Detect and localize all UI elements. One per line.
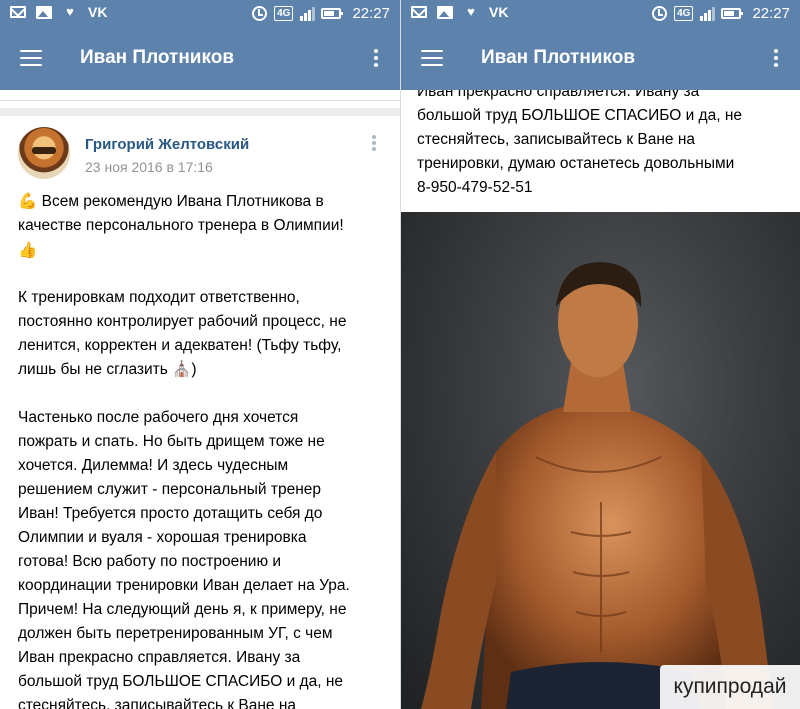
text-line: ленится, корректен и адекватен! (Тьфу ть… bbox=[18, 337, 342, 354]
battery-icon bbox=[721, 8, 744, 19]
post-author[interactable]: Григорий Желтовский bbox=[85, 136, 249, 153]
vk-icon: VK bbox=[88, 4, 108, 20]
post-options-icon[interactable] bbox=[372, 135, 376, 153]
text-line: Причем! На следующий день я, к примеру, … bbox=[18, 601, 347, 618]
text-line: Олимпии и вуаля - хорошая тренировка bbox=[18, 529, 307, 546]
watermark-logo: купипродай bbox=[660, 665, 800, 709]
page-title: Иван Плотников bbox=[481, 47, 636, 68]
more-options-icon[interactable] bbox=[774, 49, 778, 69]
battery-icon bbox=[321, 8, 344, 19]
alarm-icon bbox=[652, 6, 668, 21]
trainer-photo-illustration bbox=[421, 262, 773, 709]
text-line: большой труд БОЛЬШОЕ СПАСИБО и да, не bbox=[417, 107, 743, 124]
post-header: Григорий Желтовский 23 ноя 2016 в 17:16 bbox=[0, 122, 400, 182]
heart-icon: ♥ bbox=[66, 4, 74, 19]
mail-icon bbox=[10, 6, 26, 18]
post-separator bbox=[0, 90, 400, 116]
post-date[interactable]: 23 ноя 2016 в 17:16 bbox=[85, 159, 213, 175]
text-line: Иван прекрасно справляется. Ивану за bbox=[18, 649, 301, 666]
network-type: 4G bbox=[274, 6, 294, 21]
text-line: качестве персонального тренера в Олимпии… bbox=[18, 217, 344, 234]
status-bar: ♥ VK 4G 22:27 bbox=[401, 0, 800, 28]
status-time: 22:27 bbox=[752, 5, 790, 22]
right-screen: Иван прекрасно справляется. Ивану за бол… bbox=[400, 0, 800, 709]
menu-icon[interactable] bbox=[421, 50, 443, 66]
text-line: стесняйтесь, записывайтесь к Ване на bbox=[18, 697, 297, 709]
status-time: 22:27 bbox=[352, 5, 390, 22]
signal-icon bbox=[700, 6, 716, 21]
post-text: 💪 Всем рекомендую Ивана Плотникова в кач… bbox=[18, 190, 382, 709]
app-bar: Иван Плотников bbox=[0, 28, 400, 90]
mail-icon bbox=[411, 6, 427, 18]
heart-icon: ♥ bbox=[467, 4, 475, 19]
image-icon bbox=[36, 5, 52, 19]
menu-icon[interactable] bbox=[20, 50, 42, 66]
app-bar: Иван Плотников bbox=[401, 28, 800, 90]
text-line: 💪 Всем рекомендую Ивана Плотникова в bbox=[18, 193, 324, 210]
text-line: тренировки, думаю останетесь довольными bbox=[417, 155, 735, 172]
text-line: должен быть перетренированным УГ, с чем bbox=[18, 625, 333, 642]
avatar[interactable] bbox=[18, 127, 70, 179]
text-line: большой труд БОЛЬШОЕ СПАСИБО и да, не bbox=[18, 673, 344, 690]
alarm-icon bbox=[252, 6, 268, 21]
text-line: хочется. Дилемма! И здесь чудесным bbox=[18, 457, 289, 474]
image-icon bbox=[437, 5, 453, 19]
signal-icon bbox=[300, 6, 316, 21]
post-photo[interactable] bbox=[401, 212, 800, 709]
text-line: Частенько после рабочего дня хочется bbox=[18, 409, 299, 426]
left-screen: ♥ VK 4G 22:27 Иван Плотников Григорий Же… bbox=[0, 0, 400, 709]
text-line: координации тренировки Иван делает на Ур… bbox=[18, 577, 350, 594]
text-line: К тренировкам подходит ответственно, bbox=[18, 289, 300, 306]
text-line: пожрать и спать. Но быть дрищем тоже не bbox=[18, 433, 325, 450]
text-line: постоянно контролирует рабочий процесс, … bbox=[18, 313, 347, 330]
page-title: Иван Плотников bbox=[80, 47, 235, 68]
text-line: готова! Всю работу по построению и bbox=[18, 553, 282, 570]
phone-number[interactable]: 8-950-479-52-51 bbox=[417, 176, 789, 200]
text-line: 👍 bbox=[18, 241, 38, 259]
more-options-icon[interactable] bbox=[374, 49, 378, 69]
vk-icon: VK bbox=[489, 4, 509, 20]
post-text-continued: Иван прекрасно справляется. Ивану за бол… bbox=[417, 80, 789, 200]
text-line: Иван! Требуется просто дотащить себя до bbox=[18, 505, 323, 522]
text-line: лишь бы не сглазить ⛪) bbox=[18, 361, 197, 378]
status-bar: ♥ VK 4G 22:27 bbox=[0, 0, 400, 28]
network-type: 4G bbox=[674, 6, 694, 21]
text-line: решением служит - персональный тренер bbox=[18, 481, 321, 498]
text-line: стесняйтесь, записывайтесь к Ване на bbox=[417, 131, 696, 148]
